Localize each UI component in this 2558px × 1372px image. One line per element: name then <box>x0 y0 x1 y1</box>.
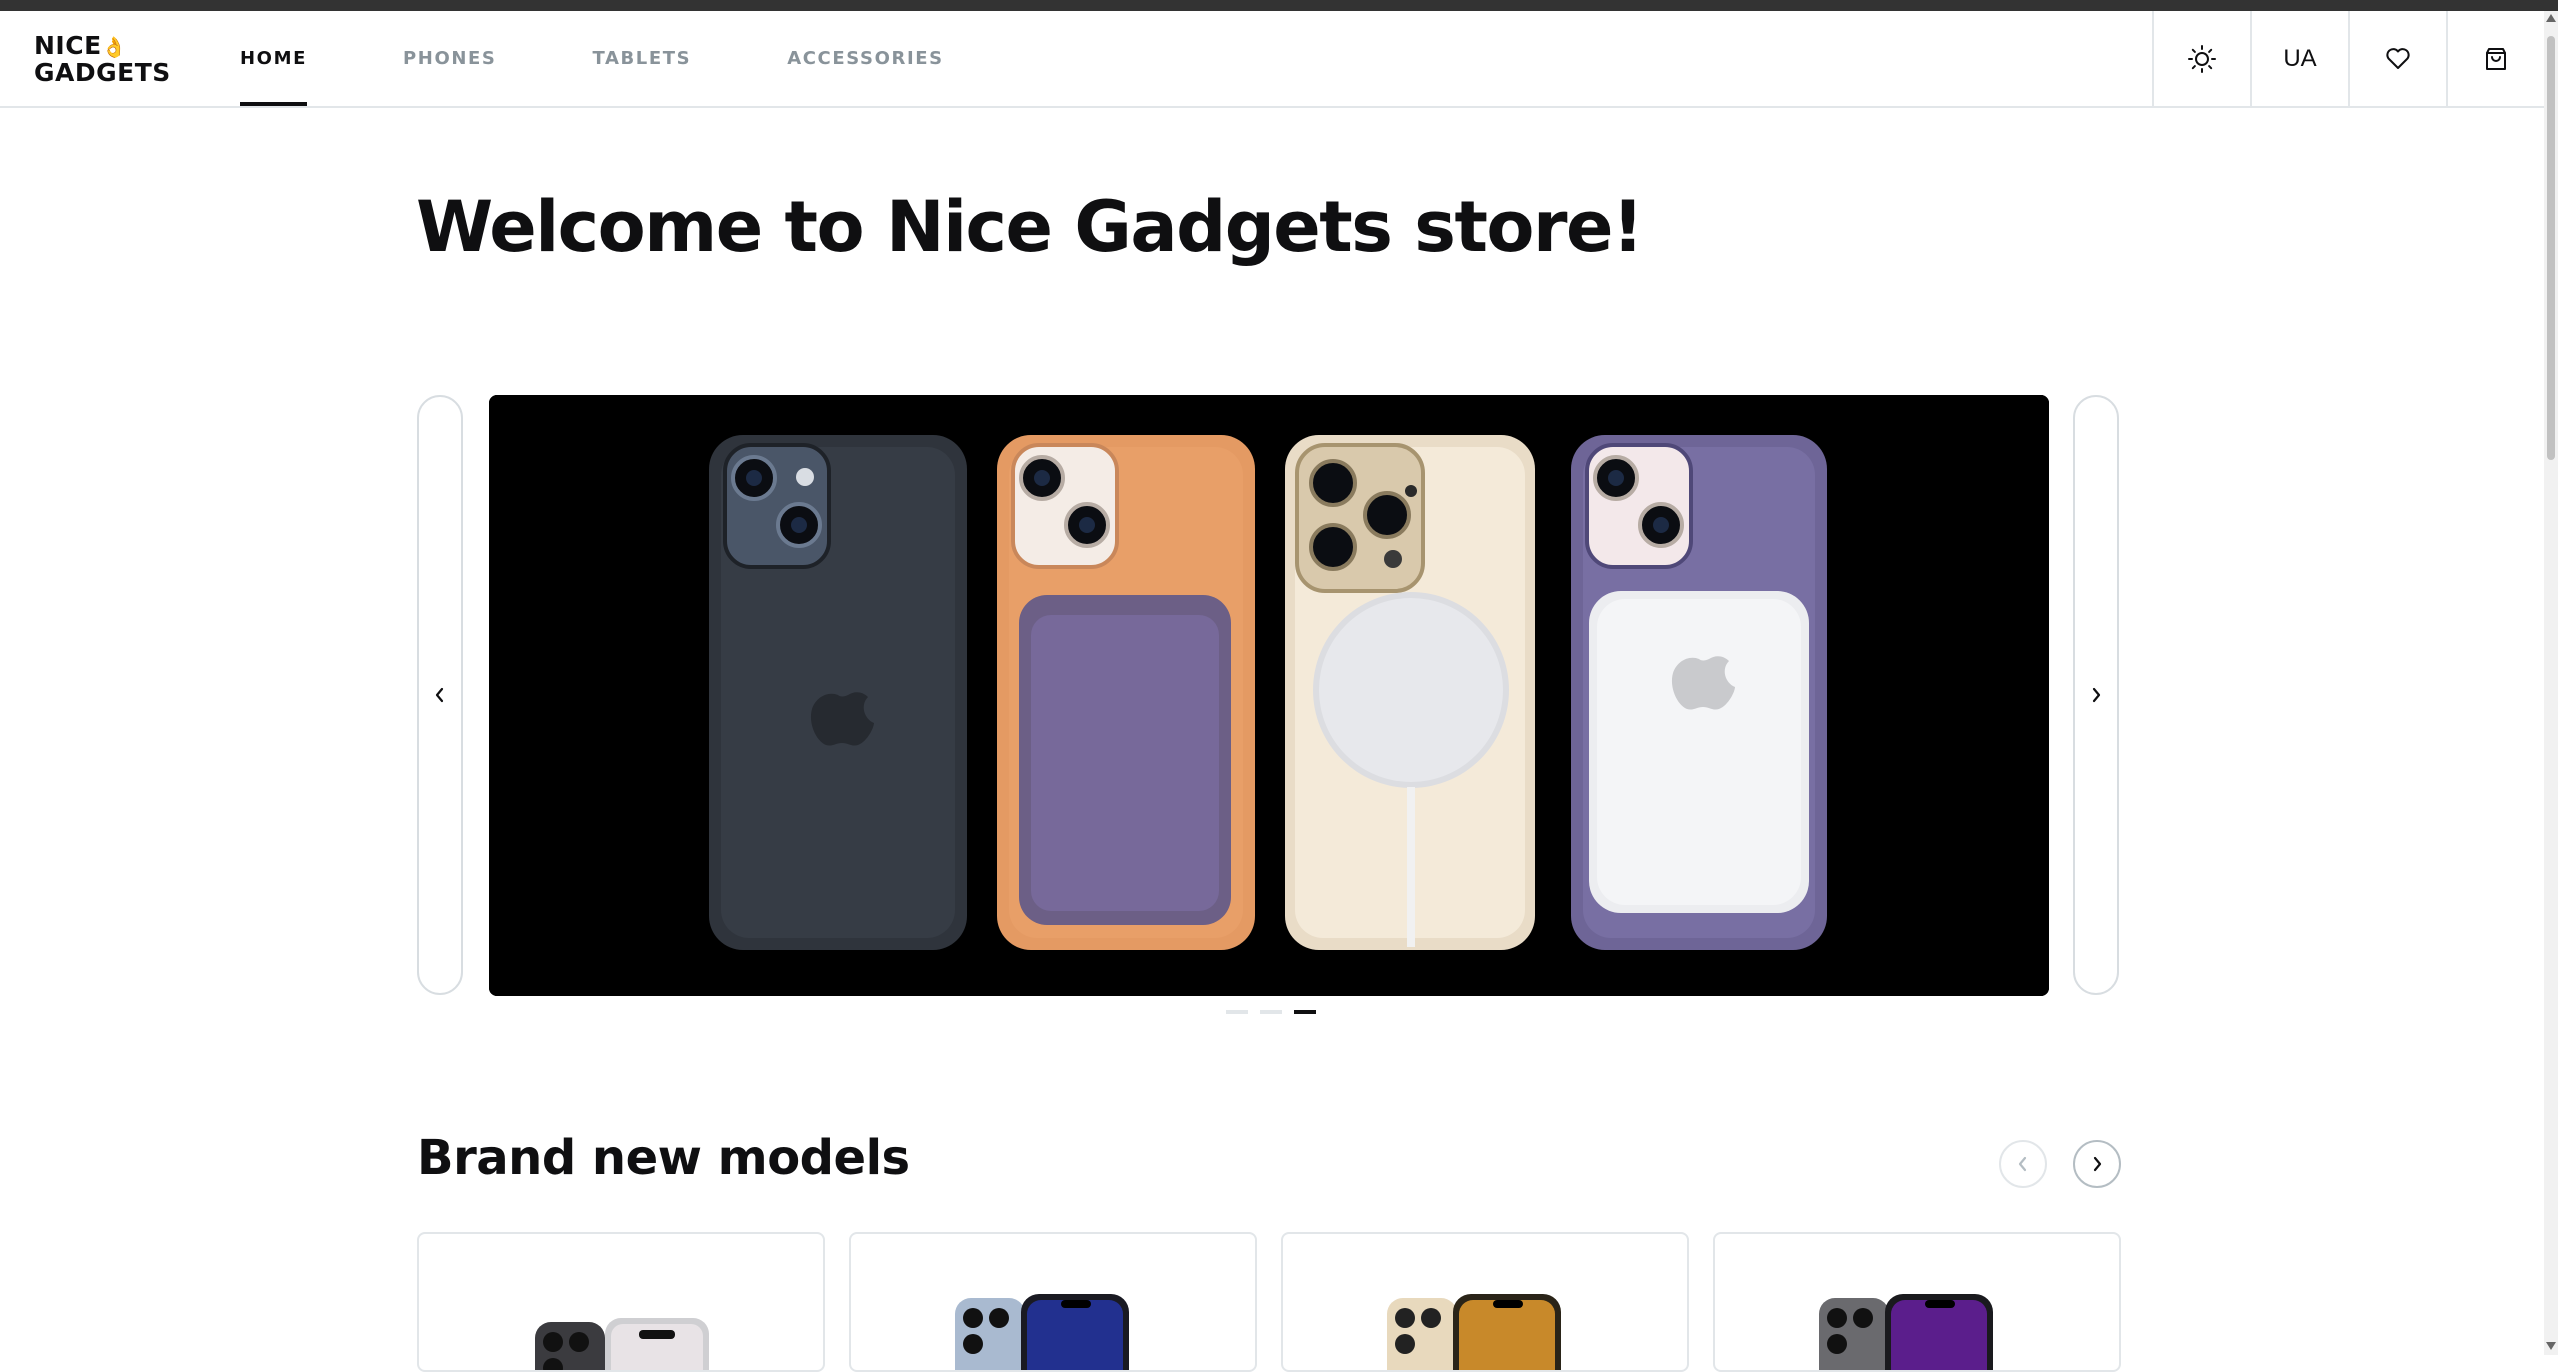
nav-accessories[interactable]: ACCESSORIES <box>787 11 944 106</box>
banner-illustration <box>489 395 2049 996</box>
chevron-left-icon <box>2018 1156 2027 1172</box>
heart-icon <box>2386 47 2410 69</box>
models-prev-button[interactable] <box>1999 1140 2047 1188</box>
slider-dot-1[interactable] <box>1226 1010 1248 1014</box>
product-card[interactable] <box>417 1232 825 1372</box>
logo-line-2: GADGETS <box>34 58 171 87</box>
site-header: NICE👌 GADGETS HOME PHONES TABLETS ACCESS… <box>0 11 2544 108</box>
theme-toggle-button[interactable] <box>2152 11 2250 106</box>
sun-icon <box>2188 44 2216 73</box>
banner-phone-gold-magsafe <box>1285 435 1535 950</box>
scroll-down-arrow-icon[interactable] <box>2546 1342 2556 1350</box>
slider-pagination <box>1226 1010 1328 1014</box>
browser-top-strip <box>0 0 2558 11</box>
nav-phones[interactable]: PHONES <box>403 11 496 106</box>
slider-next-button[interactable] <box>2073 395 2119 995</box>
scrollbar-thumb[interactable] <box>2547 36 2555 460</box>
chevron-left-icon <box>435 687 444 703</box>
scroll-up-arrow-icon[interactable] <box>2546 14 2556 22</box>
product-card[interactable] <box>1713 1232 2121 1372</box>
product-image-blue-phone <box>955 1294 1129 1370</box>
header-actions: UA <box>2152 11 2544 106</box>
slider-dot-3-active[interactable] <box>1294 1010 1316 1014</box>
product-image-silver-phone <box>535 1318 709 1370</box>
main-nav: HOME PHONES TABLETS ACCESSORIES <box>240 11 1040 106</box>
banner-phone-purple-battery <box>1571 435 1827 950</box>
favorites-button[interactable] <box>2348 11 2446 106</box>
logo[interactable]: NICE👌 GADGETS <box>34 33 171 86</box>
slider-dot-2[interactable] <box>1260 1010 1282 1014</box>
language-switch-button[interactable]: UA <box>2250 11 2348 106</box>
page-title: Welcome to Nice Gadgets store! <box>416 186 1644 268</box>
banner-phone-midnight <box>709 435 967 950</box>
product-image-graphite-phone <box>1819 1294 1993 1370</box>
banner-phone-orange-wallet <box>997 435 1255 950</box>
shopping-bag-icon <box>2486 47 2506 70</box>
logo-hand-icon: 👌 <box>101 35 128 59</box>
cart-button[interactable] <box>2446 11 2544 106</box>
logo-line-1: NICE <box>34 31 102 60</box>
nav-tablets[interactable]: TABLETS <box>592 11 691 106</box>
nav-home[interactable]: HOME <box>240 11 307 106</box>
product-image-gold-phone <box>1387 1294 1561 1370</box>
slider-prev-button[interactable] <box>417 395 463 995</box>
chevron-right-icon <box>2093 1156 2102 1172</box>
product-card[interactable] <box>849 1232 1257 1372</box>
models-next-button[interactable] <box>2073 1140 2121 1188</box>
section-title-brand-new-models: Brand new models <box>417 1130 910 1186</box>
chevron-right-icon <box>2092 687 2101 703</box>
product-card[interactable] <box>1281 1232 1689 1372</box>
hero-banner-image[interactable] <box>489 395 2049 996</box>
